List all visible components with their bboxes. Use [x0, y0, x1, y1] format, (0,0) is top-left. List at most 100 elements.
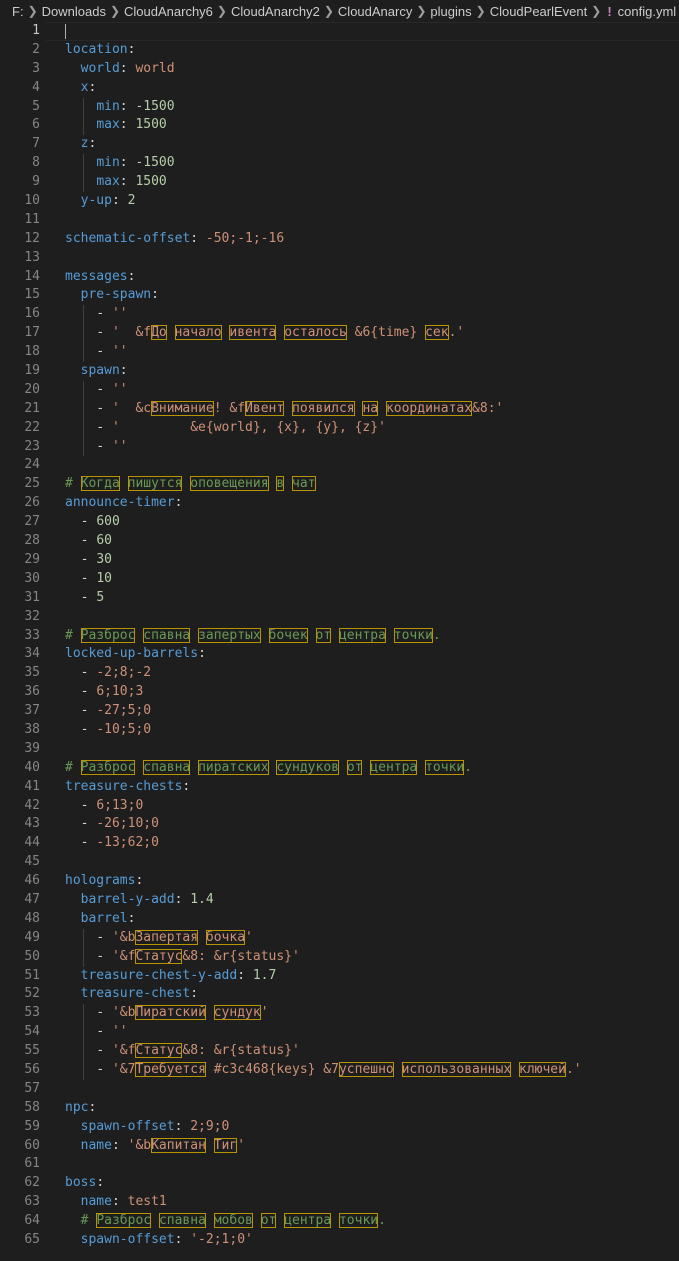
code-line[interactable]: 53 - '&bПиратский сундук' — [0, 1004, 679, 1024]
code-line[interactable]: 26 announce-timer: — [0, 494, 679, 513]
code-line[interactable]: 48 barrel: — [0, 910, 679, 929]
breadcrumb-item-cloudanarcy[interactable]: CloudAnarcy — [338, 4, 412, 19]
line-number: 6 — [32, 117, 40, 133]
line-number: 61 — [24, 1156, 40, 1172]
line-number: 55 — [24, 1043, 40, 1059]
breadcrumb-file-name[interactable]: config.yml — [618, 4, 677, 19]
line-number: 17 — [24, 325, 40, 341]
code-line[interactable]: 8 min: -1500 — [0, 154, 679, 174]
code-line[interactable]: 23 - '' — [0, 437, 679, 457]
code-line[interactable]: 46 holograms: — [0, 872, 679, 891]
chevron-right-icon: ❯ — [475, 4, 486, 18]
code-line[interactable]: 38 - -10;5;0 — [0, 721, 679, 740]
code-line[interactable]: 63 name: test1 — [0, 1193, 679, 1212]
code-line[interactable]: 4 x: — [0, 79, 679, 98]
line-text: - '&fСтатус&8: &r{status}' — [96, 1043, 300, 1059]
code-line[interactable]: 17 - ' &fДо начало ивента осталось &6{ti… — [0, 324, 679, 344]
code-line[interactable]: 2 location: — [0, 41, 679, 60]
code-line[interactable]: 27 - 600 — [0, 513, 679, 532]
line-text: - 5 — [80, 589, 105, 605]
line-number: 39 — [24, 740, 40, 756]
code-line[interactable]: 58 npc: — [0, 1099, 679, 1118]
code-line[interactable]: 19 spawn: — [0, 362, 679, 381]
code-line[interactable]: 57 — [0, 1080, 679, 1099]
line-text: min: -1500 — [96, 155, 175, 171]
line-number: 42 — [24, 797, 40, 813]
code-line[interactable]: 37 - -27;5;0 — [0, 702, 679, 721]
code-line[interactable]: 11 — [0, 211, 679, 230]
code-line[interactable]: 5 min: -1500 — [0, 97, 679, 117]
code-line[interactable]: 20 - '' — [0, 380, 679, 400]
code-line[interactable]: 29 - 30 — [0, 551, 679, 570]
code-line[interactable]: 51 treasure-chest-y-add: 1.7 — [0, 967, 679, 986]
code-line[interactable]: 21 - ' &cВнимание! &fИвент появился на к… — [0, 399, 679, 419]
code-line[interactable]: 52 treasure-chest: — [0, 985, 679, 1004]
line-text: # Разброс спавна пиратских сундуков от ц… — [65, 759, 473, 775]
line-number: 33 — [24, 627, 40, 643]
code-line[interactable]: 64 # Разброс спавна мобов от центра точк… — [0, 1212, 679, 1231]
breadcrumb-item-drive[interactable]: F: — [12, 4, 24, 19]
breadcrumb-item-cloudanarchy2[interactable]: CloudAnarchy2 — [231, 4, 320, 19]
line-text: - ' &cВнимание! &fИвент появился на коор… — [96, 400, 504, 416]
code-line[interactable]: 39 — [0, 740, 679, 759]
breadcrumb-item-cloudpearlevent[interactable]: CloudPearlEvent — [490, 4, 588, 19]
line-text: # Когда пишутся оповещения в чат — [65, 476, 316, 492]
line-number: 3 — [32, 60, 40, 76]
code-line[interactable]: 55 - '&fСтатус&8: &r{status}' — [0, 1042, 679, 1061]
code-line[interactable]: 41 treasure-chests: — [0, 778, 679, 797]
code-line[interactable]: 1 — [0, 22, 679, 41]
code-line[interactable]: 36 - 6;10;3 — [0, 683, 679, 702]
code-line[interactable]: 42 - 6;13;0 — [0, 797, 679, 816]
code-line[interactable]: 22 - ' &e{world}, {x}, {y}, {z}' — [0, 418, 679, 438]
code-line[interactable]: 16 - '' — [0, 305, 679, 325]
code-line[interactable]: 44 - -13;62;0 — [0, 834, 679, 853]
code-line[interactable]: 9 max: 1500 — [0, 173, 679, 193]
code-line[interactable]: 43 - -26;10;0 — [0, 815, 679, 834]
code-line[interactable]: 10 y-up: 2 — [0, 192, 679, 211]
code-line[interactable]: 15 pre-spawn: — [0, 286, 679, 305]
line-number: 14 — [24, 268, 40, 284]
code-line[interactable]: 25 # Когда пишутся оповещения в чат — [0, 475, 679, 494]
code-line[interactable]: 65 spawn-offset: '-2;1;0' — [0, 1231, 679, 1250]
breadcrumb-item-downloads[interactable]: Downloads — [42, 4, 106, 19]
code-line[interactable]: 24 — [0, 456, 679, 475]
code-line[interactable]: 54 - '' — [0, 1023, 679, 1043]
line-number: 32 — [24, 608, 40, 624]
line-number: 37 — [24, 703, 40, 719]
code-line[interactable]: 60 name: '&bКапитан Тиг' — [0, 1137, 679, 1156]
code-line[interactable]: 14 messages: — [0, 268, 679, 287]
code-line[interactable]: 3 world: world — [0, 60, 679, 79]
line-text: - 60 — [80, 533, 112, 549]
code-line[interactable]: 28 - 60 — [0, 532, 679, 551]
chevron-right-icon: ❯ — [216, 4, 227, 18]
code-line[interactable]: 12 schematic-offset: -50;-1;-16 — [0, 230, 679, 249]
line-number: 28 — [24, 533, 40, 549]
code-line[interactable]: 6 max: 1500 — [0, 116, 679, 136]
code-line[interactable]: 30 - 10 — [0, 570, 679, 589]
code-line[interactable]: 34 locked-up-barrels: — [0, 645, 679, 664]
code-editor[interactable]: 1 2 location: 3 world: world 4 x: 5 min: -150… — [0, 22, 679, 1250]
code-line[interactable]: 61 — [0, 1155, 679, 1174]
code-line[interactable]: 49 - '&bЗапертая бочка' — [0, 928, 679, 948]
line-text: - '' — [96, 381, 128, 397]
code-line[interactable]: 45 — [0, 853, 679, 872]
code-line[interactable]: 50 - '&fСтатус&8: &r{status}' — [0, 947, 679, 967]
code-line[interactable]: 59 spawn-offset: 2;9;0 — [0, 1118, 679, 1137]
code-line[interactable]: 35 - -2;8;-2 — [0, 664, 679, 683]
breadcrumb-item-cloudanarchy6[interactable]: CloudAnarchy6 — [124, 4, 213, 19]
code-line[interactable]: 62 boss: — [0, 1174, 679, 1193]
code-line[interactable]: 7 z: — [0, 135, 679, 154]
breadcrumb-item-plugins[interactable]: plugins — [430, 4, 471, 19]
line-text: - -2;8;-2 — [80, 665, 152, 681]
line-number: 35 — [24, 665, 40, 681]
code-line[interactable]: 40 # Разброс спавна пиратских сундуков от… — [0, 759, 679, 778]
line-text: - 6;10;3 — [80, 684, 144, 700]
code-line[interactable]: 32 — [0, 608, 679, 627]
line-text: - ' &e{world}, {x}, {y}, {z}' — [96, 419, 386, 435]
code-line[interactable]: 33 # Разброс спавна запертых бочек от цен… — [0, 627, 679, 646]
code-line[interactable]: 56 - '&7Требуется #c3c468{keys} &7успешн… — [0, 1060, 679, 1080]
code-line[interactable]: 18 - '' — [0, 343, 679, 363]
code-line[interactable]: 13 — [0, 249, 679, 268]
code-line[interactable]: 31 - 5 — [0, 589, 679, 608]
code-line[interactable]: 47 barrel-y-add: 1.4 — [0, 891, 679, 910]
